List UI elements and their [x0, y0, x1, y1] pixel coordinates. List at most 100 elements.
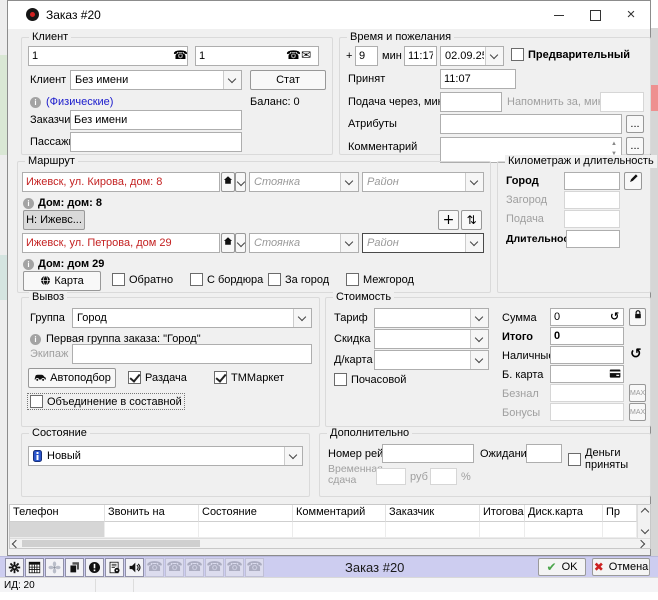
scrollbar-thumb[interactable] [22, 540, 200, 547]
scroll-up-icon[interactable] [641, 508, 649, 516]
table-cell[interactable] [480, 522, 525, 538]
checkbox-box[interactable] [346, 273, 359, 286]
copy-button[interactable] [65, 558, 84, 577]
column-header[interactable]: Телефон [10, 505, 105, 522]
table-cell[interactable] [199, 522, 293, 538]
tmmarket-checkbox[interactable]: ТММаркет [214, 371, 284, 384]
close-button[interactable]: × [616, 5, 646, 25]
combo-arrow[interactable] [465, 173, 483, 191]
passenger-input[interactable] [70, 132, 242, 152]
column-header[interactable]: Комментарий [293, 505, 386, 522]
home-dropdown-button[interactable] [235, 172, 246, 192]
autoselect-button[interactable]: Автоподбор [28, 368, 116, 388]
total-input[interactable] [550, 327, 624, 345]
maximize-button[interactable] [580, 5, 610, 25]
hourly-checkbox[interactable]: Почасовой [334, 373, 406, 386]
ok-button[interactable]: ✔ OK [538, 558, 586, 576]
stat-button[interactable]: Стат [250, 70, 326, 90]
cancel-button[interactable]: ✖ Отмена [592, 558, 650, 576]
bonus-input[interactable] [550, 403, 624, 421]
map-button[interactable]: Карта [23, 271, 101, 291]
combo-arrow[interactable] [470, 351, 488, 369]
vertical-scrollbar[interactable] [637, 505, 650, 538]
feed-km-input[interactable] [564, 210, 620, 228]
checkbox-box[interactable] [214, 371, 227, 384]
table-cell[interactable] [603, 522, 637, 538]
time-input[interactable] [404, 46, 437, 66]
cashless-max-button[interactable]: max [629, 384, 646, 402]
combo-arrow[interactable] [284, 447, 302, 465]
column-header[interactable]: Заказчик [386, 505, 480, 522]
table-cell[interactable] [105, 522, 199, 538]
discount-select[interactable] [374, 329, 489, 349]
column-header[interactable]: Состояние [199, 505, 293, 522]
remind-input[interactable] [600, 92, 644, 112]
state-select[interactable]: Новый [28, 446, 303, 466]
column-header[interactable]: Итоговая... [480, 505, 525, 522]
route-to-address-input[interactable] [22, 233, 220, 253]
add-point-button[interactable]: + [438, 210, 459, 230]
column-header[interactable]: Диск.карта [525, 505, 603, 522]
phone-main-input[interactable] [28, 46, 188, 66]
intercity-checkbox[interactable]: Межгород [346, 273, 414, 286]
phonebook-button[interactable] [105, 558, 124, 577]
combo-arrow[interactable] [470, 309, 488, 327]
home-dropdown-button[interactable] [235, 233, 246, 253]
settings-button[interactable] [5, 558, 24, 577]
phone-icon[interactable]: ☎ [173, 48, 188, 63]
home-button[interactable] [221, 233, 235, 253]
swap-points-button[interactable]: ⇅ [461, 210, 482, 230]
combo-arrow[interactable] [485, 47, 503, 65]
column-header[interactable]: Звонить на [105, 505, 199, 522]
comment-more-button[interactable]: ... [626, 137, 644, 155]
route-from-address-input[interactable] [22, 172, 220, 192]
checkbox-box[interactable] [30, 395, 43, 408]
submit-in-input[interactable] [440, 92, 502, 112]
recalc-sum-icon[interactable]: ↺ [610, 309, 619, 324]
checkbox-box[interactable] [128, 371, 141, 384]
attributes-input[interactable] [440, 114, 622, 134]
route-to-district-select[interactable]: Район [362, 233, 484, 253]
back-checkbox[interactable]: Обратно [112, 273, 173, 286]
suburb-km-input[interactable] [564, 191, 620, 209]
offset-minutes-input[interactable] [355, 46, 378, 66]
composite-checkbox[interactable]: Объединение в составной [28, 394, 184, 409]
waiting-input[interactable] [526, 444, 562, 463]
mail-icon[interactable]: ✉ [301, 48, 311, 63]
schedule-button[interactable] [25, 558, 44, 577]
checkbox-box[interactable] [190, 273, 203, 286]
table-cell-selected[interactable] [10, 522, 105, 538]
minimize-button[interactable] [544, 5, 574, 25]
flight-number-input[interactable] [382, 444, 474, 463]
fan-button[interactable] [45, 558, 64, 577]
city-km-input[interactable] [564, 172, 620, 190]
cashless-input[interactable] [550, 384, 624, 402]
out-of-town-checkbox[interactable]: За город [268, 273, 329, 286]
checkbox-box[interactable] [334, 373, 347, 386]
table-cell[interactable] [293, 522, 386, 538]
crew-input[interactable] [72, 344, 312, 364]
route-from-parking-select[interactable]: Стоянка [249, 172, 359, 192]
column-header[interactable]: Пр [603, 505, 637, 522]
titlebar[interactable]: Заказ #20 × [8, 1, 650, 29]
dcard-select[interactable] [374, 350, 489, 370]
sound-button[interactable] [125, 558, 144, 577]
info-button[interactable] [85, 558, 104, 577]
recalc-cash-icon[interactable]: ↺ [630, 346, 642, 362]
client-select[interactable]: Без имени [70, 70, 242, 90]
curb-checkbox[interactable]: С бордюра [190, 273, 263, 286]
temp-change-pct-input[interactable] [430, 468, 457, 485]
phone-icon[interactable]: ☎ [286, 48, 301, 63]
checkbox-box[interactable] [268, 273, 281, 286]
combo-arrow[interactable] [470, 330, 488, 348]
duration-input[interactable] [566, 230, 620, 248]
combo-arrow[interactable] [293, 309, 311, 327]
scroll-left-icon[interactable] [12, 540, 20, 548]
checkbox-box[interactable] [112, 273, 125, 286]
checkbox-box[interactable] [511, 48, 524, 61]
bonus-max-button[interactable]: max [629, 403, 646, 421]
route-from-district-select[interactable]: Район [362, 172, 484, 192]
scroll-right-icon[interactable] [637, 540, 645, 548]
route-to-parking-select[interactable]: Стоянка [249, 233, 359, 253]
table-cell[interactable] [386, 522, 480, 538]
